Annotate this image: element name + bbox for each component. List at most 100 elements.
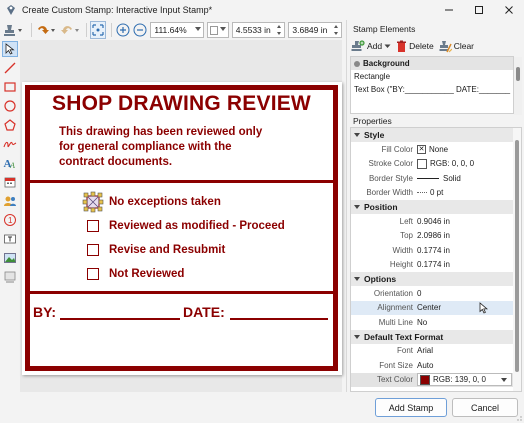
option-label[interactable]: Not Reviewed	[109, 268, 184, 280]
property-value: RGB: 139, 0, 0	[433, 375, 486, 385]
option-checkbox[interactable]	[87, 220, 99, 232]
stamp-page: SHOP DRAWING REVIEW This drawing has bee…	[22, 82, 342, 375]
property-key: Fill Color	[381, 144, 413, 154]
properties-group-options[interactable]: Options	[351, 272, 521, 286]
spinner-icon[interactable]	[333, 24, 340, 36]
property-row[interactable]: Border Style Solid	[351, 171, 521, 186]
x-position-value: 4.5533 in	[235, 25, 271, 35]
property-row-alignment[interactable]: Alignment Center	[351, 300, 521, 315]
text-tool[interactable]: AA	[2, 155, 18, 171]
number-tool[interactable]: 1	[2, 212, 18, 228]
x-position-input[interactable]: 4.5533 in	[231, 22, 286, 38]
property-row[interactable]: Width 0.1774 in	[351, 243, 521, 258]
chevron-down-icon[interactable]	[501, 378, 507, 383]
properties-scrollbar[interactable]	[513, 128, 521, 391]
tool-palette: AA 1	[0, 40, 19, 380]
scrollbar-thumb[interactable]	[516, 67, 520, 81]
y-position-input[interactable]: 3.6849 in	[288, 22, 342, 38]
option-checkbox[interactable]	[87, 244, 99, 256]
calendar-icon	[4, 177, 16, 188]
property-row[interactable]: Font Arial	[351, 344, 521, 359]
property-row[interactable]: Top 2.0986 in	[351, 229, 521, 244]
image-tool[interactable]	[2, 250, 18, 266]
maximize-button[interactable]	[464, 0, 494, 20]
option-label[interactable]: Revise and Resubmit	[109, 244, 225, 256]
zoom-in-button[interactable]	[115, 21, 131, 39]
select-tool[interactable]	[2, 41, 18, 57]
rectangle-tool[interactable]	[2, 79, 18, 95]
property-row[interactable]: Orientation 0	[351, 286, 521, 301]
property-key: Alignment	[377, 303, 413, 313]
cancel-button[interactable]: Cancel	[452, 398, 518, 417]
text-field-tool[interactable]	[2, 231, 18, 247]
property-row[interactable]: Font Size Auto	[351, 358, 521, 373]
property-row[interactable]: Height 0.1774 in	[351, 258, 521, 273]
close-icon	[505, 6, 513, 14]
selection-handles-icon[interactable]	[82, 191, 104, 213]
add-element-button[interactable]: Add	[351, 39, 391, 53]
property-value: Center	[417, 303, 442, 313]
option-label[interactable]: Reviewed as modified - Proceed	[109, 220, 285, 232]
list-item[interactable]: Background	[351, 57, 513, 70]
close-button[interactable]	[494, 0, 524, 20]
property-row[interactable]: Border Width 0 pt	[351, 186, 521, 201]
zoom-out-button[interactable]	[132, 21, 148, 39]
clear-elements-button[interactable]: Clear	[439, 40, 474, 53]
ellipse-tool[interactable]	[2, 98, 18, 114]
signature-tool[interactable]	[2, 136, 18, 152]
stamp-title[interactable]: SHOP DRAWING REVIEW	[30, 92, 333, 116]
user-icon	[4, 196, 16, 206]
property-value: 0.1774 in	[417, 260, 450, 270]
scrollbar-thumb[interactable]	[515, 140, 519, 372]
minimize-button[interactable]	[434, 0, 464, 20]
resize-grip-icon[interactable]	[514, 413, 522, 421]
fit-page-button[interactable]	[89, 21, 106, 39]
stamp-border[interactable]: SHOP DRAWING REVIEW This drawing has bee…	[25, 85, 338, 371]
properties-group-text-format[interactable]: Default Text Format	[351, 329, 521, 344]
add-stamp-icon	[351, 39, 365, 51]
properties-group-position[interactable]: Position	[351, 200, 521, 214]
properties-group-style[interactable]: Style	[351, 128, 521, 142]
zoom-combo[interactable]: 111.64%	[150, 22, 204, 38]
stamp-elements-toolbar: Add Delete Clear	[347, 36, 524, 56]
spinner-icon[interactable]	[276, 24, 283, 36]
property-row[interactable]: Fill Color ✕ None	[351, 142, 521, 157]
property-value: 0	[417, 288, 422, 298]
toolbar-separator	[85, 23, 87, 37]
add-stamp-button[interactable]: Add Stamp	[375, 398, 447, 417]
property-row[interactable]: Stroke Color RGB: 0, 0, 0	[351, 157, 521, 172]
group-label: Position	[364, 202, 398, 212]
svg-text:1: 1	[8, 216, 13, 225]
property-row-text-color[interactable]: Text Color RGB: 139, 0, 0	[351, 372, 521, 387]
stamp-elements-list[interactable]: Background Rectangle Text Box ("BY:_____…	[350, 56, 522, 115]
option-label[interactable]: No exceptions taken	[109, 196, 221, 208]
window-title: Create Custom Stamp: Interactive Input S…	[22, 5, 213, 15]
date-tool[interactable]	[2, 174, 18, 190]
by-label[interactable]: BY:	[33, 304, 56, 320]
cloud-tool[interactable]	[2, 269, 18, 285]
polygon-tool[interactable]	[2, 117, 18, 133]
list-item[interactable]: Rectangle	[351, 70, 513, 83]
redo-button[interactable]	[59, 21, 81, 39]
property-row[interactable]: Left 0.9046 in	[351, 214, 521, 229]
stamp-body-line[interactable]: for general compliance with the	[59, 141, 232, 153]
property-value: 0.9046 in	[417, 216, 450, 226]
delete-element-button[interactable]: Delete	[396, 40, 434, 53]
stamp-tool-button[interactable]	[2, 21, 26, 39]
elements-scrollbar[interactable]	[514, 57, 522, 115]
undo-button[interactable]	[35, 21, 57, 39]
user-tool[interactable]	[2, 193, 18, 209]
stamp-body-line[interactable]: This drawing has been reviewed only	[59, 126, 262, 138]
date-label[interactable]: DATE:	[183, 304, 225, 320]
stamp-canvas[interactable]: SHOP DRAWING REVIEW This drawing has bee…	[20, 40, 342, 393]
option-checkbox[interactable]	[87, 268, 99, 280]
stamp-body-line[interactable]: contract documents.	[59, 156, 172, 168]
property-row[interactable]: Multi Line No	[351, 315, 521, 330]
collapse-icon	[354, 277, 360, 281]
signature-icon	[3, 141, 17, 148]
no-fill-icon: ✕	[417, 144, 426, 154]
chevron-down-icon	[219, 27, 226, 31]
list-item[interactable]: Text Box ("BY:___________ DATE:_______	[351, 83, 513, 96]
color-picker-combo[interactable]	[206, 22, 229, 38]
line-tool[interactable]	[2, 60, 18, 76]
